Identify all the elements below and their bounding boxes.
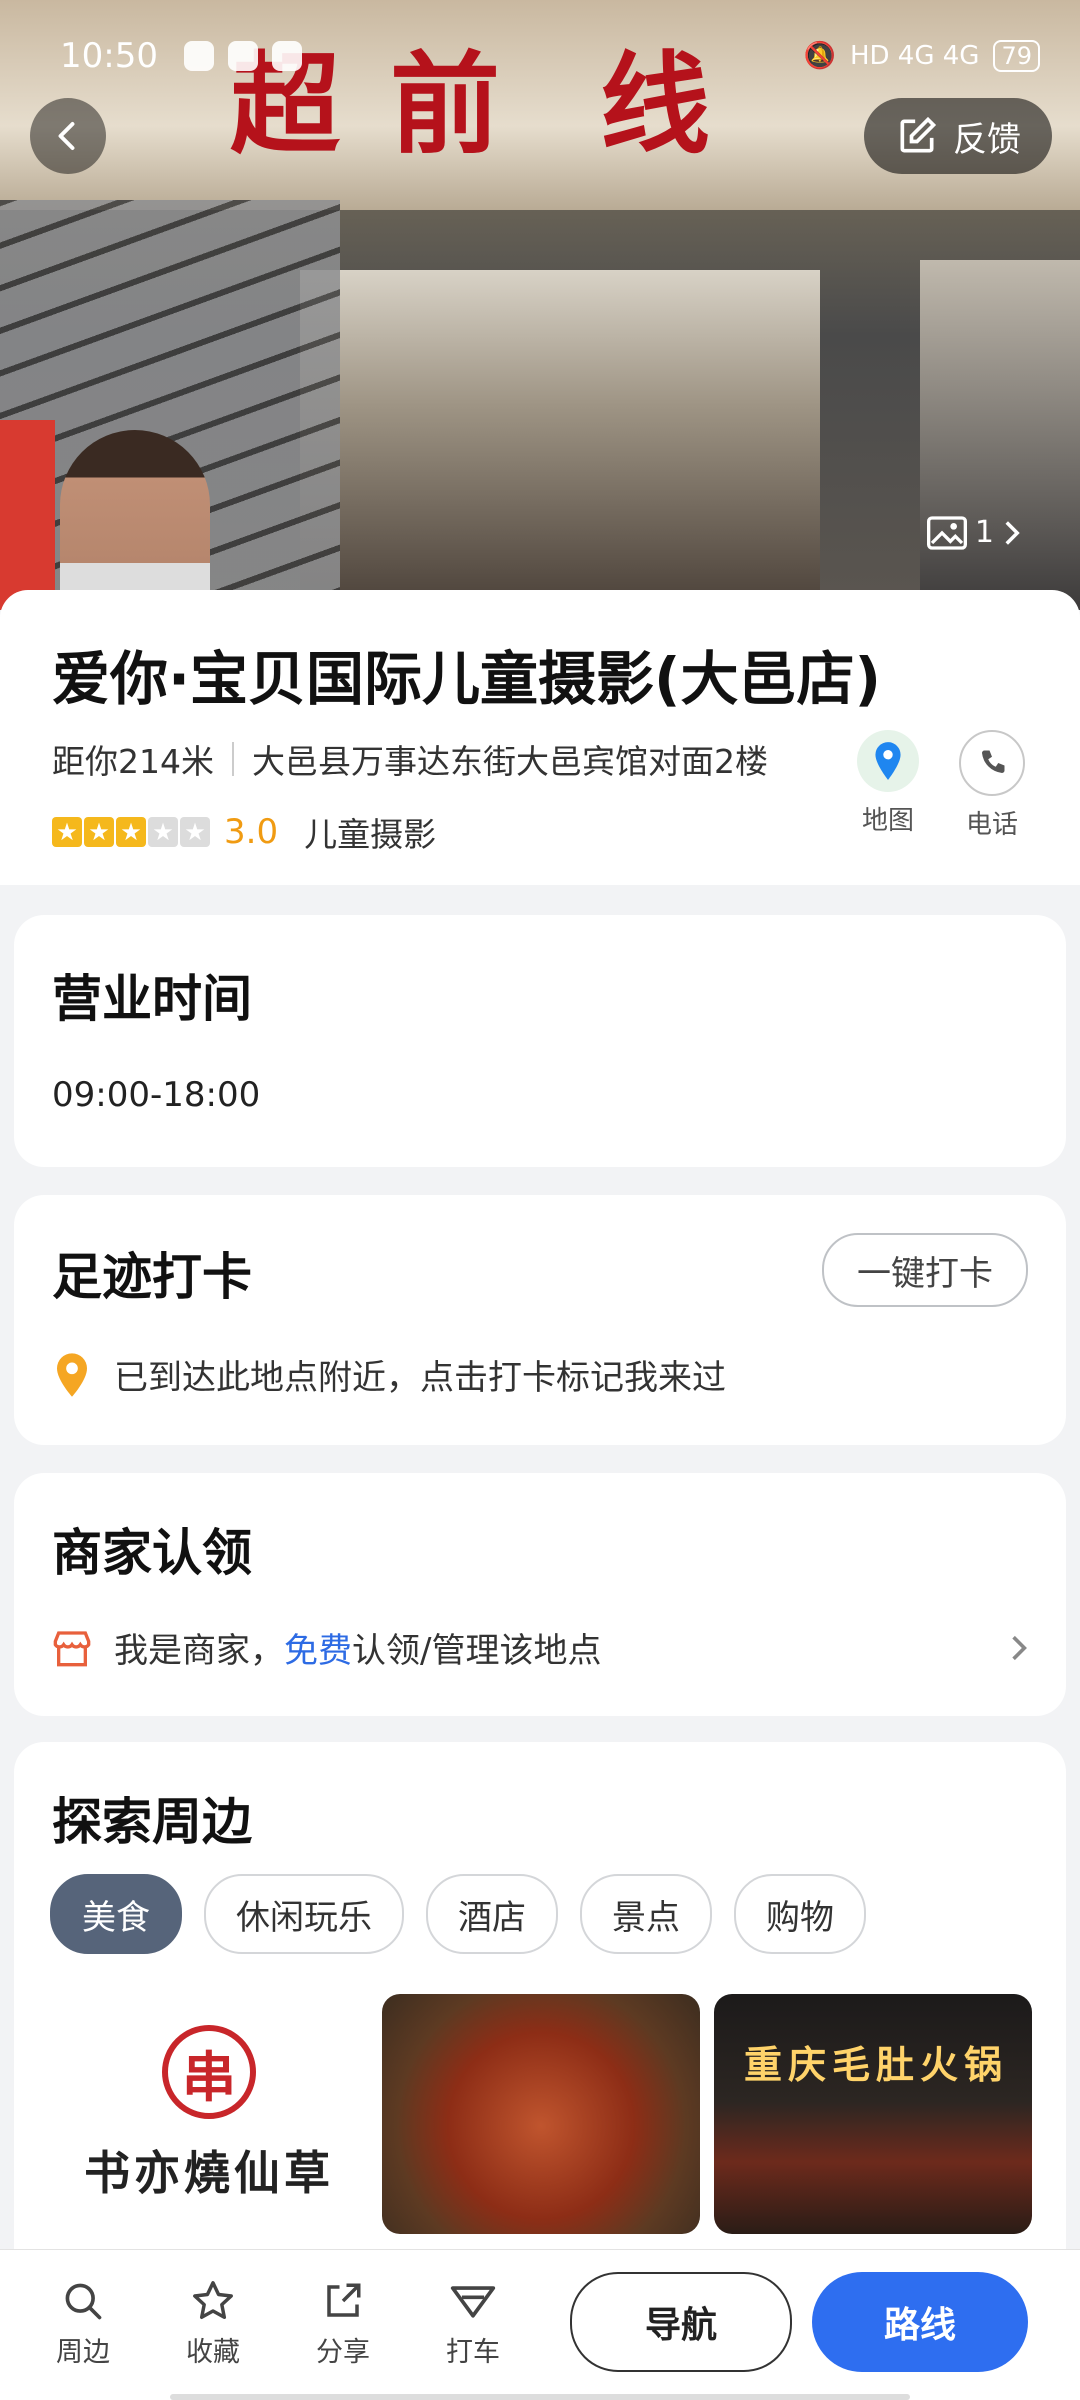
map-button[interactable]: 地图 (838, 730, 938, 837)
tab-label: 收藏 (186, 2337, 240, 2368)
search-icon (65, 2283, 102, 2320)
back-button[interactable] (30, 98, 106, 174)
category-chips: 美食 休闲玩乐 酒店 景点 购物 (50, 1874, 866, 1954)
battery-indicator: 79 (993, 40, 1040, 72)
star-icon: ★ (84, 817, 114, 847)
taxi-icon (450, 2286, 496, 2318)
nearby-results: 串 书亦燒仙草 重庆毛肚火锅 (50, 1994, 1032, 2234)
poi-category: 儿童摄影 (304, 815, 437, 854)
nearby-item-logo[interactable]: 串 书亦燒仙草 (50, 1994, 368, 2234)
poi-title: 爱你·宝贝国际儿童摄影(大邑店) (52, 645, 882, 713)
feedback-button[interactable]: 反馈 (864, 98, 1052, 174)
share-icon (327, 2283, 361, 2317)
network-indicator: HD 4G 4G (849, 41, 980, 71)
tab-taxi[interactable]: 打车 (418, 2272, 528, 2369)
section-title: 营业时间 (52, 970, 252, 1028)
chip-hotel[interactable]: 酒店 (426, 1874, 558, 1954)
phone-icon (959, 730, 1025, 796)
star-icon: ★ (180, 817, 210, 847)
poi-distance: 距你214米 (52, 742, 214, 781)
person-figure (60, 430, 210, 610)
app-icon (227, 41, 258, 71)
merchant-prefix: 我是商家， (114, 1631, 284, 1671)
store-window (300, 270, 820, 610)
notification-icons (183, 41, 302, 71)
store-window (920, 260, 1080, 610)
location-pin-icon (57, 1352, 87, 1397)
tab-nearby[interactable]: 周边 (28, 2272, 138, 2369)
tab-label: 打车 (446, 2337, 500, 2368)
feedback-label: 反馈 (953, 119, 1021, 160)
tab-favorite[interactable]: 收藏 (158, 2272, 268, 2369)
red-banner (0, 420, 55, 610)
merchant-claim-text: 我是商家，免费认领/管理该地点 (114, 1623, 601, 1672)
explore-nearby-card: 探索周边 美食 休闲玩乐 酒店 景点 购物 串 书亦燒仙草 重庆毛肚火锅 (14, 1742, 1066, 2262)
photo-count: 1 (974, 515, 994, 550)
route-button[interactable]: 路线 (812, 2272, 1028, 2372)
chevron-right-icon (1005, 520, 1020, 545)
image-icon (926, 515, 967, 550)
brand-seal-icon: 串 (162, 2025, 256, 2119)
bottom-action-bar: 周边 收藏 分享 打车 导航 路线 (0, 2249, 1080, 2400)
checkin-card: 足迹打卡 一键打卡 已到达此地点附近，点击打卡标记我来过 (14, 1195, 1066, 1445)
checkin-hint-text: 已到达此地点附近，点击打卡标记我来过 (114, 1358, 726, 1398)
business-hours-card: 营业时间 09:00-18:00 (14, 915, 1066, 1167)
merchant-claim-row[interactable]: 我是商家，免费认领/管理该地点 (52, 1623, 1028, 1672)
status-bar: 10:50 🔕 HD 4G 4G 79 (60, 30, 1040, 82)
app-icon (271, 41, 302, 71)
chevron-right-icon (1012, 1635, 1027, 1660)
tab-label: 周边 (56, 2337, 110, 2368)
store-icon (53, 1630, 91, 1666)
poi-location-line: 距你214米 大邑县万事达东街大邑宾馆对面2楼 (52, 735, 768, 783)
home-indicator (170, 2394, 910, 2400)
checkin-hint[interactable]: 已到达此地点附近，点击打卡标记我来过 (52, 1350, 726, 1399)
brand-name: 书亦燒仙草 (84, 2146, 334, 2200)
section-title: 探索周边 (52, 1793, 252, 1851)
nearby-item-photo[interactable] (382, 1994, 700, 2234)
star-icon: ★ (148, 817, 178, 847)
section-title: 足迹打卡 (52, 1248, 252, 1306)
star-outline-icon (193, 2281, 233, 2320)
one-tap-checkin-button[interactable]: 一键打卡 (822, 1233, 1028, 1307)
chip-food[interactable]: 美食 (50, 1874, 182, 1954)
tab-share[interactable]: 分享 (288, 2272, 398, 2369)
rating-score: 3.0 (224, 812, 279, 852)
merchant-suffix: 认领/管理该地点 (352, 1631, 602, 1671)
map-pin-icon (857, 730, 919, 792)
rating-stars: ★ ★ ★ ★ ★ (52, 817, 210, 847)
chip-attraction[interactable]: 景点 (580, 1874, 712, 1954)
mute-icon: 🔕 (803, 41, 836, 71)
edit-icon (900, 116, 937, 153)
divider (232, 742, 234, 776)
phone-label: 电话 (965, 810, 1018, 840)
poi-info-card: 爱你·宝贝国际儿童摄影(大邑店) 距你214米 大邑县万事达东街大邑宾馆对面2楼… (0, 590, 1080, 885)
business-hours-value: 09:00-18:00 (52, 1075, 261, 1115)
chip-leisure[interactable]: 休闲玩乐 (204, 1874, 404, 1954)
merchant-claim-card: 商家认领 我是商家，免费认领/管理该地点 (14, 1473, 1066, 1716)
photo-gallery-link[interactable]: 1 (926, 515, 1022, 550)
merchant-free-link: 免费 (284, 1631, 352, 1671)
poi-rating-line: ★ ★ ★ ★ ★ 3.0 儿童摄影 (52, 808, 436, 856)
phone-button[interactable]: 电话 (942, 730, 1042, 841)
map-label: 地图 (861, 806, 914, 836)
restaurant-sign: 重庆毛肚火锅 (744, 2043, 1009, 2087)
poi-address: 大邑县万事达东街大邑宾馆对面2楼 (252, 742, 768, 781)
status-time: 10:50 (60, 36, 158, 76)
poi-photo-header[interactable]: 超 前 线 10:50 🔕 HD 4G 4G 79 反馈 1 (0, 0, 1080, 610)
wechat-icon (183, 41, 214, 71)
chip-shopping[interactable]: 购物 (734, 1874, 866, 1954)
star-icon: ★ (116, 817, 146, 847)
nearby-item-photo[interactable]: 重庆毛肚火锅 (714, 1994, 1032, 2234)
navigate-button[interactable]: 导航 (570, 2272, 792, 2372)
tab-label: 分享 (316, 2337, 370, 2368)
star-icon: ★ (52, 817, 82, 847)
chevron-left-icon (58, 122, 75, 150)
section-title: 商家认领 (52, 1524, 252, 1582)
